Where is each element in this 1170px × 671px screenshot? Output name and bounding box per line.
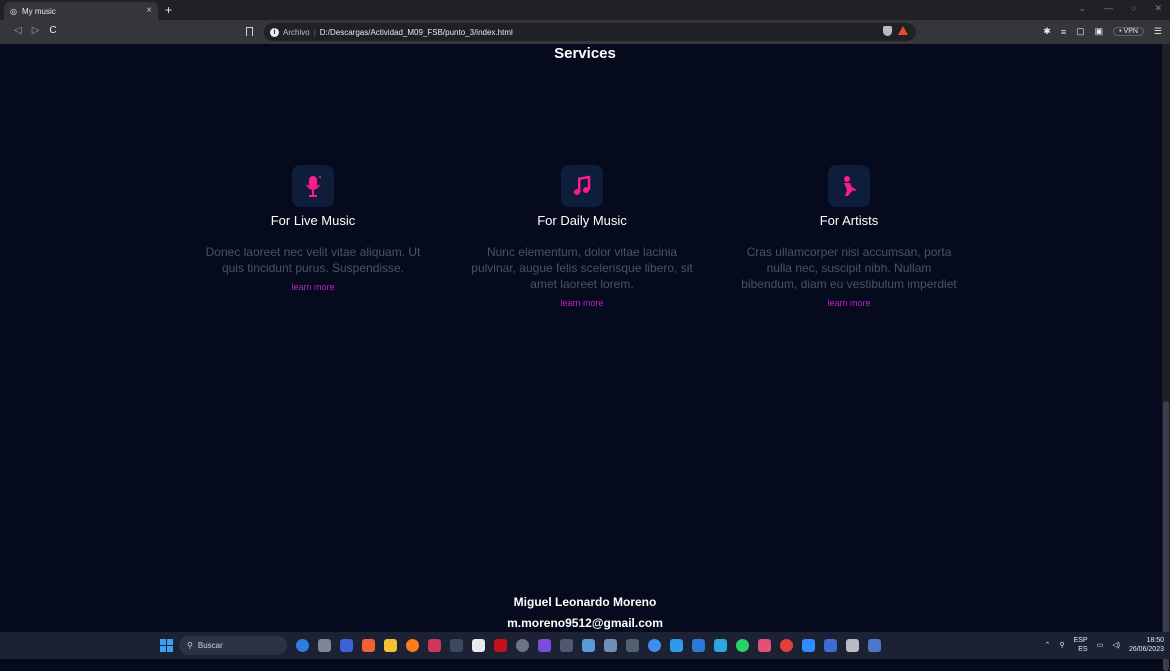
file-explorer-icon[interactable] xyxy=(384,639,397,652)
app-icon[interactable] xyxy=(846,639,859,652)
app-icon[interactable] xyxy=(450,639,463,652)
close-window-icon[interactable]: ✕ xyxy=(1154,3,1162,14)
service-description: Cras ullamcorper nisi accumsan, porta nu… xyxy=(741,245,957,291)
playlist-icon[interactable]: ≡ xyxy=(1061,27,1066,37)
bitwarden-icon[interactable] xyxy=(340,639,353,652)
app-icon[interactable] xyxy=(758,639,771,652)
sidebar-icon[interactable]: ▢ xyxy=(1076,26,1085,37)
scrollbar-thumb[interactable] xyxy=(1163,401,1169,671)
minimize-icon[interactable]: — xyxy=(1104,3,1113,14)
app-icon[interactable] xyxy=(538,639,551,652)
address-separator: | xyxy=(313,27,316,37)
windows-start-icon[interactable] xyxy=(160,639,173,652)
brave-rewards-icon[interactable] xyxy=(898,26,908,35)
chevron-down-icon[interactable]: ⌄ xyxy=(1078,3,1086,14)
search-placeholder: Buscar xyxy=(197,641,223,650)
footer-email: m.moreno9512@gmail.com xyxy=(507,616,663,630)
taskbar-search[interactable]: ⚲ Buscar xyxy=(179,636,287,655)
terminal-icon[interactable] xyxy=(626,639,639,652)
chrome-icon[interactable] xyxy=(516,639,529,652)
brave-shield-icon[interactable] xyxy=(883,26,892,36)
app-icon[interactable] xyxy=(670,639,683,652)
language-indicator[interactable]: ESP ES xyxy=(1074,636,1088,654)
extensions-icon[interactable]: ✱ xyxy=(1043,26,1051,37)
restore-icon[interactable]: ○ xyxy=(1131,3,1136,14)
search-icon: ⚲ xyxy=(187,641,193,650)
menu-icon[interactable]: ☰ xyxy=(1154,26,1162,37)
window-controls: ⌄ — ○ ✕ xyxy=(1078,3,1162,14)
wallet-icon[interactable]: ▣ xyxy=(1095,26,1104,37)
service-description: Nunc elementum, dolor vitae lacinia pulv… xyxy=(471,245,693,291)
app-icon[interactable] xyxy=(604,639,617,652)
app-icon[interactable] xyxy=(824,639,837,652)
service-title: For Artists xyxy=(819,213,879,228)
tab-bar: ◎ My music × + ⌄ — ○ ✕ xyxy=(0,0,1170,20)
browser-tab[interactable]: ◎ My music × xyxy=(4,2,158,20)
system-tray: ⌃ ⚲ ESP ES ▭ ◁) 18:50 26/06/2023 xyxy=(1045,636,1164,654)
toolbar-actions: ✱ ≡ ▢ ▣ • VPN ☰ xyxy=(1043,26,1162,37)
whatsapp-icon[interactable] xyxy=(736,639,749,652)
bookmark-icon[interactable] xyxy=(246,27,253,36)
app-icon[interactable] xyxy=(714,639,727,652)
section-title: Services xyxy=(554,45,616,62)
taskbar: ⚲ Buscar ⌃ ⚲ ESP ES ▭ ◁) 18:50 26/06/202… xyxy=(0,632,1170,659)
store-icon[interactable] xyxy=(472,639,485,652)
app-icon[interactable] xyxy=(868,639,881,652)
service-title: For Daily Music xyxy=(537,213,627,228)
guitar-icon xyxy=(828,165,870,207)
tab-title: My music xyxy=(21,6,56,16)
browser-toolbar: ◁ ▷ C i Archivo | D:/Descargas/Actividad… xyxy=(0,20,1170,44)
usb-icon[interactable]: ⚲ xyxy=(1059,641,1064,649)
app-icon[interactable] xyxy=(582,639,595,652)
nav-buttons: ◁ ▷ C xyxy=(14,25,57,36)
vpn-button[interactable]: • VPN xyxy=(1113,27,1144,36)
new-tab-button[interactable]: + xyxy=(165,3,172,17)
footer-name: Miguel Leonardo Moreno xyxy=(513,595,657,609)
address-bar[interactable]: i Archivo | D:/Descargas/Actividad_M09_F… xyxy=(264,23,916,41)
service-description: Donec laoreet nec velit vitae aliquam. U… xyxy=(205,245,421,275)
taskbar-apps xyxy=(296,639,881,652)
firefox-icon[interactable] xyxy=(406,639,419,652)
service-card-artists: For Artists Cras ullamcorper nisi accums… xyxy=(724,165,974,308)
service-card-live-music: For Live Music Donec laoreet nec velit v… xyxy=(188,165,438,292)
address-scheme: Archivo xyxy=(283,27,310,37)
service-title: For Live Music xyxy=(270,213,356,228)
learn-more-link[interactable]: learn more xyxy=(457,298,707,308)
zoom-icon[interactable] xyxy=(802,639,815,652)
vscode-icon[interactable] xyxy=(692,639,705,652)
close-tab-icon[interactable]: × xyxy=(146,5,152,16)
address-actions xyxy=(883,26,908,36)
volume-icon[interactable]: ◁) xyxy=(1112,641,1120,649)
address-url[interactable]: D:/Descargas/Actividad_M09_FSB/punto_3/i… xyxy=(320,28,513,37)
info-icon[interactable]: i xyxy=(270,27,279,37)
reload-icon[interactable]: C xyxy=(49,25,56,36)
virtualbox-icon[interactable] xyxy=(560,639,573,652)
app-icon[interactable] xyxy=(428,639,441,652)
service-card-daily-music: For Daily Music Nunc elementum, dolor vi… xyxy=(457,165,707,308)
scrollbar[interactable] xyxy=(1162,44,1170,671)
copilot-icon[interactable] xyxy=(296,639,309,652)
chevron-up-icon[interactable]: ⌃ xyxy=(1045,641,1051,649)
learn-more-link[interactable]: learn more xyxy=(188,282,438,292)
task-view-icon[interactable] xyxy=(318,639,331,652)
clock[interactable]: 18:50 26/06/2023 xyxy=(1129,636,1164,654)
globe-icon: ◎ xyxy=(10,6,17,16)
back-icon[interactable]: ◁ xyxy=(14,25,22,36)
microphone-icon xyxy=(292,165,334,207)
netflix-icon[interactable] xyxy=(494,639,507,652)
network-icon[interactable]: ▭ xyxy=(1097,641,1104,649)
app-icon[interactable] xyxy=(780,639,793,652)
music-notes-icon xyxy=(561,165,603,207)
brave-icon[interactable] xyxy=(362,639,375,652)
page-viewport xyxy=(0,44,1162,632)
learn-more-link[interactable]: learn more xyxy=(724,298,974,308)
forward-icon[interactable]: ▷ xyxy=(32,25,40,36)
app-icon[interactable] xyxy=(648,639,661,652)
